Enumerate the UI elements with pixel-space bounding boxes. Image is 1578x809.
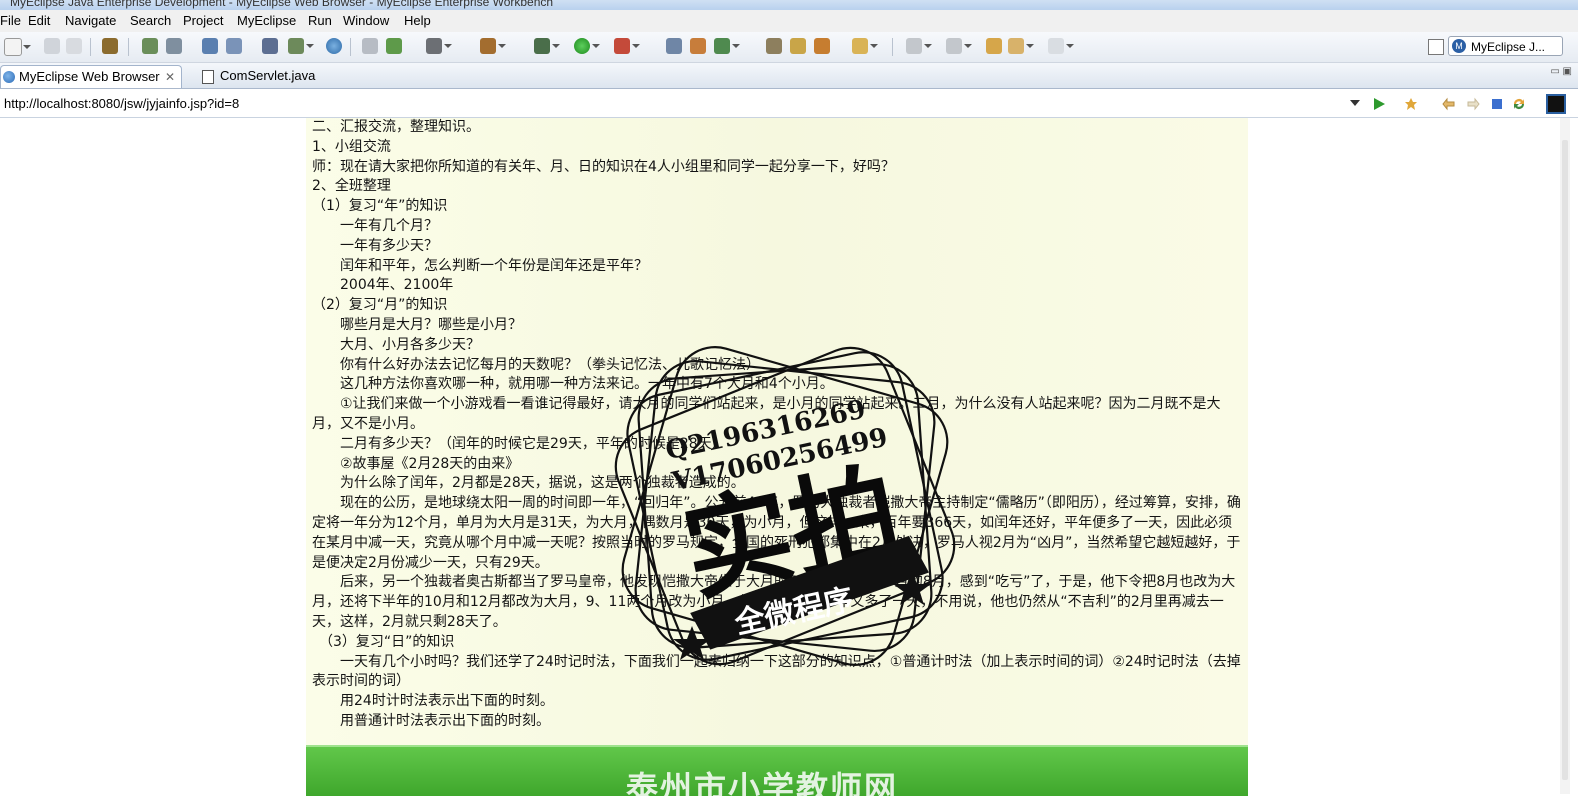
text-line: （1）复习“年”的知识 (312, 198, 448, 215)
next-annotation-icon[interactable] (906, 38, 932, 54)
menu-window[interactable]: Window (343, 13, 389, 28)
window-controls: ▭ ▣ (1550, 66, 1572, 77)
menu-project[interactable]: Project (183, 13, 223, 28)
watermark-stamp: Q2196316269 V17060256499 实拍 全微程序 (614, 346, 956, 666)
minimize-icon[interactable]: ▭ (1550, 66, 1559, 77)
text-line: 2004年、2100年 (312, 277, 454, 294)
external-tools-icon[interactable] (614, 38, 640, 54)
menu-help[interactable]: Help (404, 13, 431, 28)
server-icon[interactable] (166, 38, 182, 54)
text-line: 一年有几个月？ (312, 217, 438, 234)
text-line: 用24时计时法表示出下面的时刻。 (312, 693, 554, 710)
editor-tabbar: MyEclipse Web Browser ✕ ComServlet.java (0, 63, 1578, 89)
search-db-icon[interactable] (766, 38, 782, 54)
favorites-icon[interactable] (1404, 97, 1418, 111)
tab-web-browser[interactable]: MyEclipse Web Browser ✕ (0, 65, 182, 88)
package-icon[interactable] (102, 38, 118, 54)
stop-icon[interactable] (1490, 97, 1504, 111)
window-title: MyEclipse Java Enterprise Development - … (10, 0, 554, 9)
save-icon[interactable] (44, 38, 60, 54)
text-line: 闰年和平年，怎么判断一个年份是闰年还是平年？ (312, 257, 648, 274)
url-input[interactable] (0, 93, 1370, 113)
text-line: 二、汇报交流，整理知识。 (312, 119, 480, 135)
print-icon[interactable] (66, 38, 82, 54)
tab-comservlet[interactable]: ComServlet.java (196, 65, 336, 87)
new-file-icon[interactable] (288, 38, 314, 54)
tools-icon[interactable] (480, 38, 506, 54)
menu-edit[interactable]: Edit (28, 13, 50, 28)
tab-label: ComServlet.java (220, 68, 316, 83)
text-line: 一年有多少天？ (312, 237, 438, 254)
browser-url-bar (0, 89, 1578, 118)
deploy-icon[interactable] (202, 38, 218, 54)
refresh-icon[interactable] (714, 38, 740, 54)
menu-search[interactable]: Search (130, 13, 171, 28)
hand-icon[interactable] (814, 38, 830, 54)
debug-icon[interactable] (534, 38, 560, 54)
add-icon[interactable] (386, 38, 402, 54)
site-footer-banner: 泰州市小学教师网 (306, 745, 1248, 807)
back-arrow-icon[interactable] (1442, 97, 1456, 111)
menu-navigate[interactable]: Navigate (65, 13, 116, 28)
back-icon[interactable] (1008, 38, 1034, 54)
text-line: 1、小组交流 (312, 138, 391, 155)
menu-myeclipse[interactable]: MyEclipse (237, 13, 296, 28)
debug-server-icon[interactable] (142, 38, 158, 54)
refresh-arrows-icon[interactable] (1512, 97, 1526, 111)
cut-icon[interactable] (362, 38, 378, 54)
globe-icon (3, 71, 15, 83)
run-icon[interactable] (574, 38, 600, 54)
footer-title: 泰州市小学教师网 (626, 769, 899, 807)
folder-icon[interactable] (852, 38, 878, 54)
java-file-icon (202, 70, 214, 84)
browser-icon[interactable] (326, 38, 342, 54)
browser-content: 二、汇报交流，整理知识。 1、小组交流 师：现在请大家把你所知道的有关年、月、日… (0, 118, 1578, 807)
open-type-icon[interactable] (666, 38, 682, 54)
maximize-icon[interactable]: ▣ (1563, 66, 1572, 77)
forward-arrow-icon[interactable] (1466, 97, 1480, 111)
perspective-button[interactable]: MyEclipse J... (1448, 36, 1563, 56)
open-task-icon[interactable] (690, 38, 706, 54)
pen-icon[interactable] (790, 38, 806, 54)
perspective-switcher: MyEclipse J... (1428, 36, 1568, 58)
new-web-project-icon[interactable] (262, 38, 278, 54)
window-titlebar: MyEclipse Java Enterprise Development - … (0, 0, 1578, 10)
text-line: （2）复习“月”的知识 (312, 297, 448, 314)
vertical-scrollbar[interactable] (1560, 118, 1570, 794)
main-toolbar (0, 32, 1578, 63)
menu-bar: File Edit Navigate Search Project MyEcli… (0, 10, 1578, 32)
tab-label: MyEclipse Web Browser (19, 69, 160, 84)
text-line: 2、全班整理 (312, 178, 391, 195)
camera-icon[interactable] (426, 38, 452, 54)
text-line: 用普通计时法表示出下面的时刻。 (312, 712, 550, 729)
text-line: 哪些月是大月？哪些是小月？ (312, 316, 522, 333)
forward-icon[interactable] (1048, 38, 1074, 54)
last-edit-icon[interactable] (986, 38, 1002, 54)
undeploy-icon[interactable] (226, 38, 242, 54)
menu-file[interactable]: File (0, 13, 21, 28)
open-perspective-icon[interactable] (1428, 39, 1444, 55)
chevron-down-icon[interactable] (1350, 100, 1360, 106)
close-icon[interactable]: ✕ (165, 66, 175, 88)
new-icon[interactable] (4, 38, 31, 56)
text-line: 师：现在请大家把你所知道的有关年、月、日的知识在4人小组里和同学一起分享一下，好… (312, 158, 895, 175)
go-icon[interactable] (1372, 97, 1386, 111)
menu-run[interactable]: Run (308, 13, 332, 28)
console-icon[interactable] (1546, 94, 1566, 114)
prev-annotation-icon[interactable] (946, 38, 972, 54)
